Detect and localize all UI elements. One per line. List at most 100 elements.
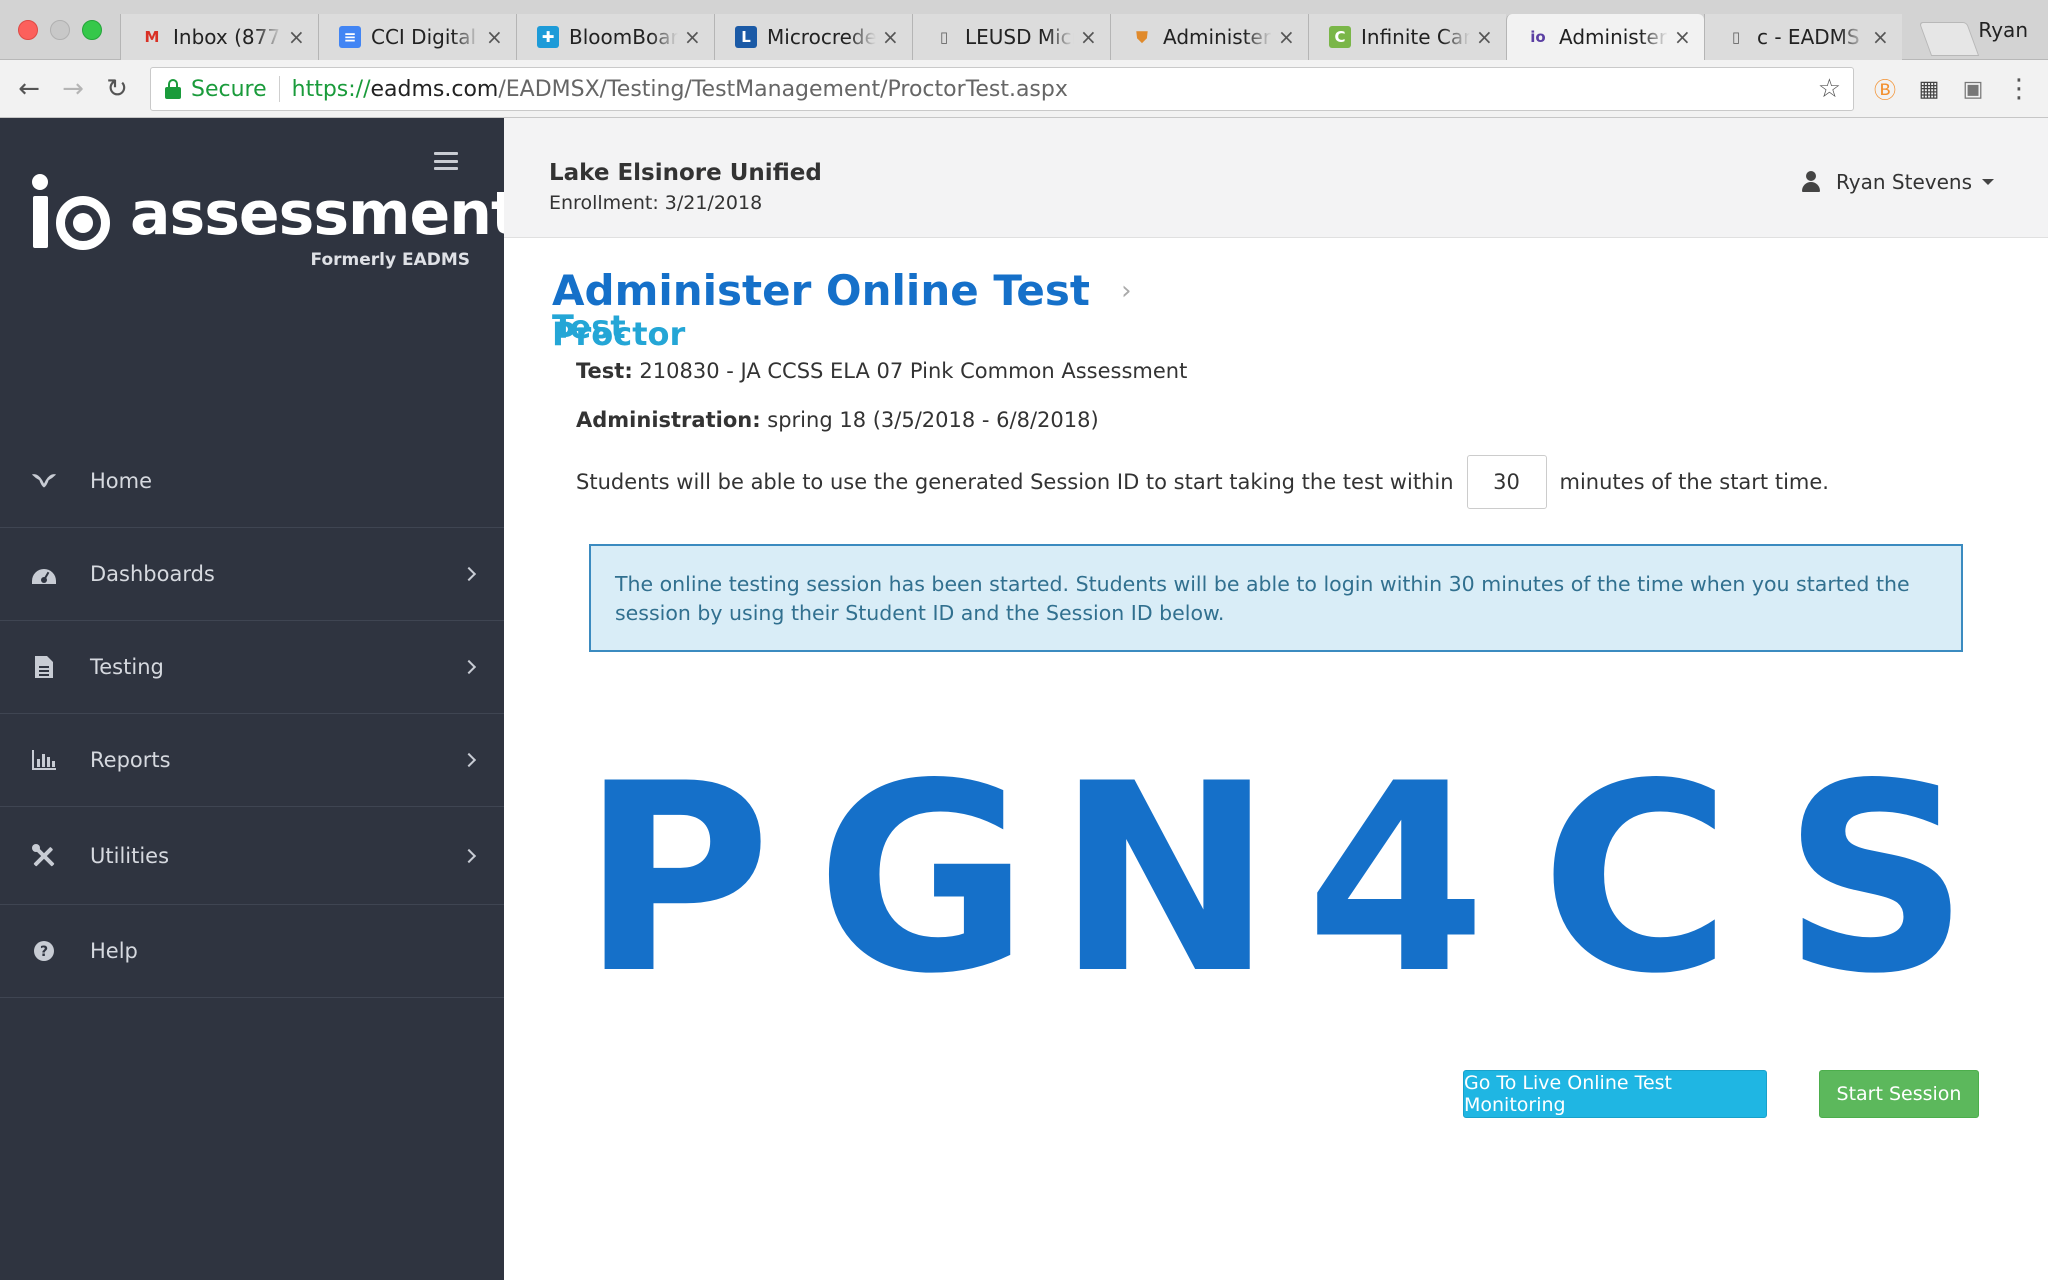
sidebar-item-help[interactable]: ? Help <box>0 905 504 998</box>
shield-icon: ⛊ <box>1136 28 1148 46</box>
tab-label: Inbox (877) <box>173 25 282 49</box>
sidebar-item-reports[interactable]: Reports <box>0 714 504 807</box>
page-title: Administer Online Test <box>552 266 1090 315</box>
tab-label: CCI Digital E <box>371 25 480 49</box>
live-monitoring-button[interactable]: Go To Live Online Test Monitoring <box>1463 1070 1767 1118</box>
sidebar-item-label: Utilities <box>90 843 170 868</box>
administration-label: Administration: <box>576 408 761 432</box>
close-icon[interactable]: × <box>1278 25 1296 49</box>
io-assessment-logo[interactable]: assessment Formerly EADMS <box>30 174 520 284</box>
tab-label: Infinite Cam <box>1361 25 1470 49</box>
sidebar-item-home[interactable]: Home <box>0 434 504 528</box>
browser-tab-bar: M Inbox (877) × ≡ CCI Digital E × ✚ Bloo… <box>0 0 2048 60</box>
logo-o <box>56 196 110 250</box>
window-minimize-button[interactable] <box>50 20 70 40</box>
close-icon[interactable]: × <box>684 25 702 49</box>
tab-label: BloomBoard <box>569 25 678 49</box>
address-bar[interactable]: Secure https://eadms.com/EADMSX/Testing/… <box>150 67 1854 111</box>
minutes-suffix: minutes of the start time. <box>1559 470 1829 494</box>
sidebar-item-testing[interactable]: Testing <box>0 621 504 714</box>
infinite-campus-icon: C <box>1329 26 1351 48</box>
close-icon[interactable]: × <box>1872 25 1890 49</box>
caret-down-icon <box>1982 179 1994 185</box>
minutes-prefix: Students will be able to use the generat… <box>576 470 1454 494</box>
svg-text:?: ? <box>40 944 48 960</box>
url-scheme: https:// <box>291 76 371 102</box>
browser-toolbar: ← → ↻ Secure https://eadms.com/EADMSX/Te… <box>0 60 2048 118</box>
logo-i-dot <box>32 174 48 190</box>
browser-profile-name[interactable]: Ryan <box>1978 18 2028 42</box>
chevron-right-icon: › <box>1121 276 1132 306</box>
reload-icon[interactable]: ↻ <box>100 72 134 106</box>
secure-label: Secure <box>191 76 267 102</box>
user-name: Ryan Stevens <box>1835 170 1972 194</box>
url-host: eadms.com <box>370 76 499 102</box>
close-icon[interactable]: × <box>288 25 306 49</box>
session-id-char: N <box>1056 729 1274 1031</box>
browser-tab-microcredential[interactable]: L Microcreden × <box>714 14 912 60</box>
browser-tab-administering[interactable]: ⛊ Administerin × <box>1110 14 1308 60</box>
test-label: Test: <box>576 359 633 383</box>
document-icon: ▯ <box>939 28 949 46</box>
extension-film-icon[interactable]: ▦ <box>1914 74 1944 104</box>
bookmark-star-icon[interactable]: ☆ <box>1818 74 1841 104</box>
browser-tab-leusd[interactable]: ▯ LEUSD Micr × <box>912 14 1110 60</box>
user-menu[interactable]: Ryan Stevens <box>1800 170 1994 194</box>
extension-screen-icon[interactable]: ▣ <box>1958 74 1988 104</box>
back-arrow-icon[interactable]: ← <box>12 72 46 106</box>
window-maximize-button[interactable] <box>82 20 102 40</box>
google-docs-icon: ≡ <box>339 26 361 48</box>
session-id-char: P <box>580 729 772 1031</box>
lock-icon <box>165 79 181 99</box>
browser-tab-eadms[interactable]: ▯ c - EADMS 1 × <box>1704 14 1902 60</box>
enrollment-date: Enrollment: 3/21/2018 <box>549 192 763 214</box>
sidebar-item-dashboards[interactable]: Dashboards <box>0 528 504 621</box>
document-icon: ▯ <box>1731 28 1741 46</box>
session-id-display: P G N 4 C S <box>576 750 1976 1010</box>
browser-menu-icon[interactable]: ⋮ <box>2004 74 2034 104</box>
new-tab-button[interactable] <box>1918 22 1980 56</box>
sidebar: assessment Formerly EADMS Home Dashboard… <box>0 118 520 1280</box>
browser-tab-cci-digital[interactable]: ≡ CCI Digital E × <box>318 14 516 60</box>
session-id-char: S <box>1782 729 1970 1031</box>
url-path: /EADMSX/Testing/TestManagement/ProctorTe… <box>498 76 1068 102</box>
extension-b-icon[interactable]: Ⓑ <box>1870 74 1900 104</box>
browser-tab-infinite-campus[interactable]: C Infinite Cam × <box>1308 14 1506 60</box>
session-id-char: C <box>1540 729 1732 1031</box>
chevron-right-icon <box>461 848 477 863</box>
hamburger-menu-icon[interactable] <box>434 152 458 170</box>
start-session-button[interactable]: Start Session <box>1819 1070 1979 1118</box>
learn-icon: L <box>735 26 757 48</box>
tab-label: Microcreden <box>767 25 876 49</box>
breadcrumb-current-continued: Test <box>552 308 626 346</box>
test-info: Test: 210830 - JA CCSS ELA 07 Pink Commo… <box>576 359 1187 383</box>
browser-tab-administer-active[interactable]: io Administer C × <box>1506 14 1704 60</box>
tab-label: Administerin <box>1163 25 1272 49</box>
io-icon: io <box>1530 28 1546 46</box>
file-icon <box>30 653 58 681</box>
sidebar-item-label: Home <box>90 468 153 493</box>
tools-icon <box>30 842 58 870</box>
close-icon[interactable]: × <box>1476 25 1494 49</box>
close-icon[interactable]: × <box>882 25 900 49</box>
minutes-input[interactable] <box>1466 455 1547 509</box>
bar-chart-icon <box>30 746 58 774</box>
browser-tab-bloomboard[interactable]: ✚ BloomBoard × <box>516 14 714 60</box>
window-close-button[interactable] <box>18 20 38 40</box>
logo-subtitle: Formerly EADMS <box>310 250 470 270</box>
bird-icon <box>30 467 58 495</box>
sidebar-item-utilities[interactable]: Utilities <box>0 807 504 905</box>
close-icon[interactable]: × <box>1080 25 1098 49</box>
close-icon[interactable]: × <box>1674 25 1692 49</box>
browser-tab-inbox[interactable]: M Inbox (877) × <box>120 14 318 60</box>
close-icon[interactable]: × <box>486 25 504 49</box>
sidebar-item-label: Testing <box>90 655 164 679</box>
main-content: Lake Elsinore Unified Enrollment: 3/21/2… <box>504 118 2048 1280</box>
address-separator <box>278 76 280 102</box>
dashboard-icon <box>30 560 58 588</box>
administration-info: Administration: spring 18 (3/5/2018 - 6/… <box>576 408 1099 432</box>
forward-arrow-icon[interactable]: → <box>56 72 90 106</box>
administration-value: spring 18 (3/5/2018 - 6/8/2018) <box>767 408 1099 432</box>
chevron-right-icon <box>461 566 477 582</box>
sidebar-item-label: Reports <box>90 748 171 772</box>
